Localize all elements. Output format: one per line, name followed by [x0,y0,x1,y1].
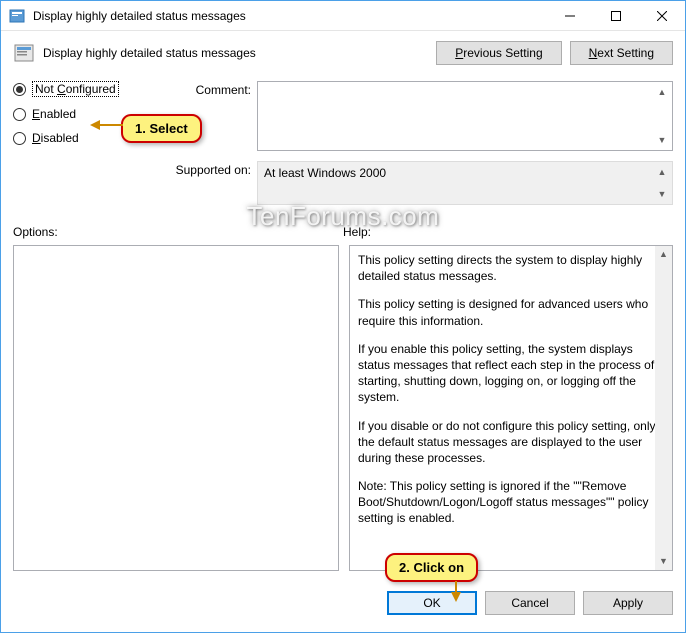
apply-button[interactable]: Apply [583,591,673,615]
ok-button[interactable]: OK [387,591,477,615]
annotation-arrow-icon [93,124,123,126]
comment-textarea[interactable]: ▲ ▼ [257,81,673,151]
supported-on-value: At least Windows 2000 ▲ ▼ [257,161,673,205]
scrollbar[interactable]: ▲ ▼ [654,84,670,148]
annotation-arrow-icon [455,581,457,599]
policy-page-icon [13,42,35,64]
annotation-callout-2: 2. Click on [385,553,478,582]
titlebar: Display highly detailed status messages [1,1,685,31]
radio-disabled[interactable]: Disabled [13,131,133,145]
policy-icon [9,8,25,24]
scroll-down-icon[interactable]: ▼ [655,553,672,570]
help-panel: This policy setting directs the system t… [349,245,673,571]
help-text: This policy setting is designed for adva… [358,296,664,328]
scroll-down-icon[interactable]: ▼ [654,132,670,148]
help-text: Note: This policy setting is ignored if … [358,478,664,527]
radio-enabled[interactable]: Enabled [13,107,133,121]
next-setting-button[interactable]: Next Setting [570,41,673,65]
scroll-up-icon: ▲ [654,164,670,180]
scroll-down-icon: ▼ [654,186,670,202]
radio-not-configured[interactable]: Not Configured [13,81,133,97]
scrollbar[interactable]: ▲ ▼ [655,246,672,570]
options-label: Options: [13,225,343,239]
minimize-button[interactable] [547,1,593,30]
scroll-up-icon[interactable]: ▲ [655,246,672,263]
radio-icon [13,83,26,96]
options-panel [13,245,339,571]
radio-icon [13,108,26,121]
help-label: Help: [343,225,673,239]
radio-icon [13,132,26,145]
help-text: If you disable or do not configure this … [358,418,664,467]
scrollbar: ▲ ▼ [654,164,670,202]
annotation-callout-1: 1. Select [121,114,202,143]
cancel-button[interactable]: Cancel [485,591,575,615]
close-button[interactable] [639,1,685,30]
previous-setting-button[interactable]: Previous Setting [436,41,561,65]
help-text: If you enable this policy setting, the s… [358,341,664,406]
maximize-button[interactable] [593,1,639,30]
supported-label: Supported on: [157,161,257,205]
scroll-up-icon[interactable]: ▲ [654,84,670,100]
page-title: Display highly detailed status messages [43,46,436,60]
window-title: Display highly detailed status messages [33,9,547,23]
help-text: This policy setting directs the system t… [358,252,664,284]
